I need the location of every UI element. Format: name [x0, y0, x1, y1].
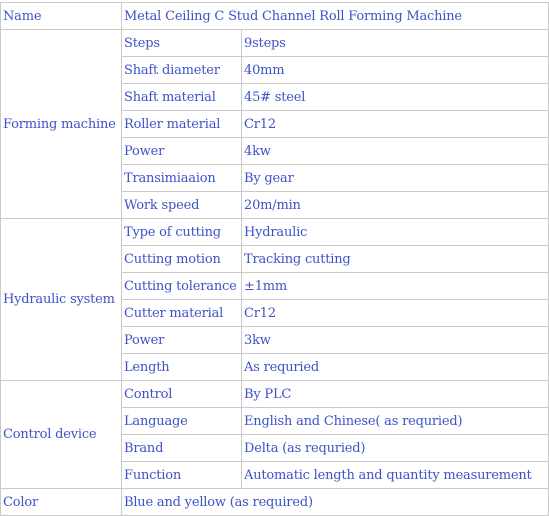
- spec-value: Automatic length and quantity measuremen…: [241, 461, 549, 489]
- name-label: Name: [0, 2, 122, 30]
- spec-key: Work speed: [121, 191, 242, 219]
- spec-key: Shaft diameter: [121, 56, 242, 84]
- spec-key: Shaft material: [121, 83, 242, 111]
- spec-key: Brand: [121, 434, 242, 462]
- spec-key: Transimiaaion: [121, 164, 242, 192]
- table-row: Forming machine Steps 9steps: [0, 29, 549, 219]
- spec-key: Power: [121, 326, 242, 354]
- table-row: Control device Control By PLC: [0, 380, 549, 489]
- spec-key: Roller material: [121, 110, 242, 138]
- spec-value: Hydraulic: [241, 218, 549, 246]
- spec-key: Function: [121, 461, 242, 489]
- spec-value: 40mm: [241, 56, 549, 84]
- spec-value: Delta (as requried): [241, 434, 549, 462]
- spec-value: By gear: [241, 164, 549, 192]
- spec-value: As requried: [241, 353, 549, 381]
- spec-value: 4kw: [241, 137, 549, 165]
- table-row: Hydraulic system Type of cutting Hydraul…: [0, 218, 549, 381]
- spec-value: Tracking cutting: [241, 245, 549, 273]
- spec-key: Cutter material: [121, 299, 242, 327]
- spec-value: Cr12: [241, 299, 549, 327]
- spec-value: 3kw: [241, 326, 549, 354]
- name-value: Metal Ceiling C Stud Channel Roll Formin…: [121, 2, 549, 30]
- spec-key: Language: [121, 407, 242, 435]
- table-row-color: Color Blue and yellow (as required): [0, 488, 549, 516]
- spec-key: Steps: [121, 29, 242, 57]
- color-value: Blue and yellow (as required): [121, 488, 549, 516]
- table-row-name: Name Metal Ceiling C Stud Channel Roll F…: [0, 2, 549, 30]
- spec-value: Cr12: [241, 110, 549, 138]
- spec-value: 45# steel: [241, 83, 549, 111]
- spec-value: ±1mm: [241, 272, 549, 300]
- spec-value: English and Chinese( as requried): [241, 407, 549, 435]
- spec-key: Length: [121, 353, 242, 381]
- spec-key: Control: [121, 380, 242, 408]
- spec-value: By PLC: [241, 380, 549, 408]
- group-label-hydraulic-system: Hydraulic system: [0, 218, 122, 381]
- spec-key: Cutting motion: [121, 245, 242, 273]
- group-label-forming-machine: Forming machine: [0, 29, 122, 219]
- spec-value: 9steps: [241, 29, 549, 57]
- group-label-control-device: Control device: [0, 380, 122, 489]
- spec-key: Power: [121, 137, 242, 165]
- spec-table: Name Metal Ceiling C Stud Channel Roll F…: [0, 2, 549, 516]
- spec-value: 20m/min: [241, 191, 549, 219]
- spec-key: Cutting tolerance: [121, 272, 242, 300]
- color-label: Color: [0, 488, 122, 516]
- spec-key: Type of cutting: [121, 218, 242, 246]
